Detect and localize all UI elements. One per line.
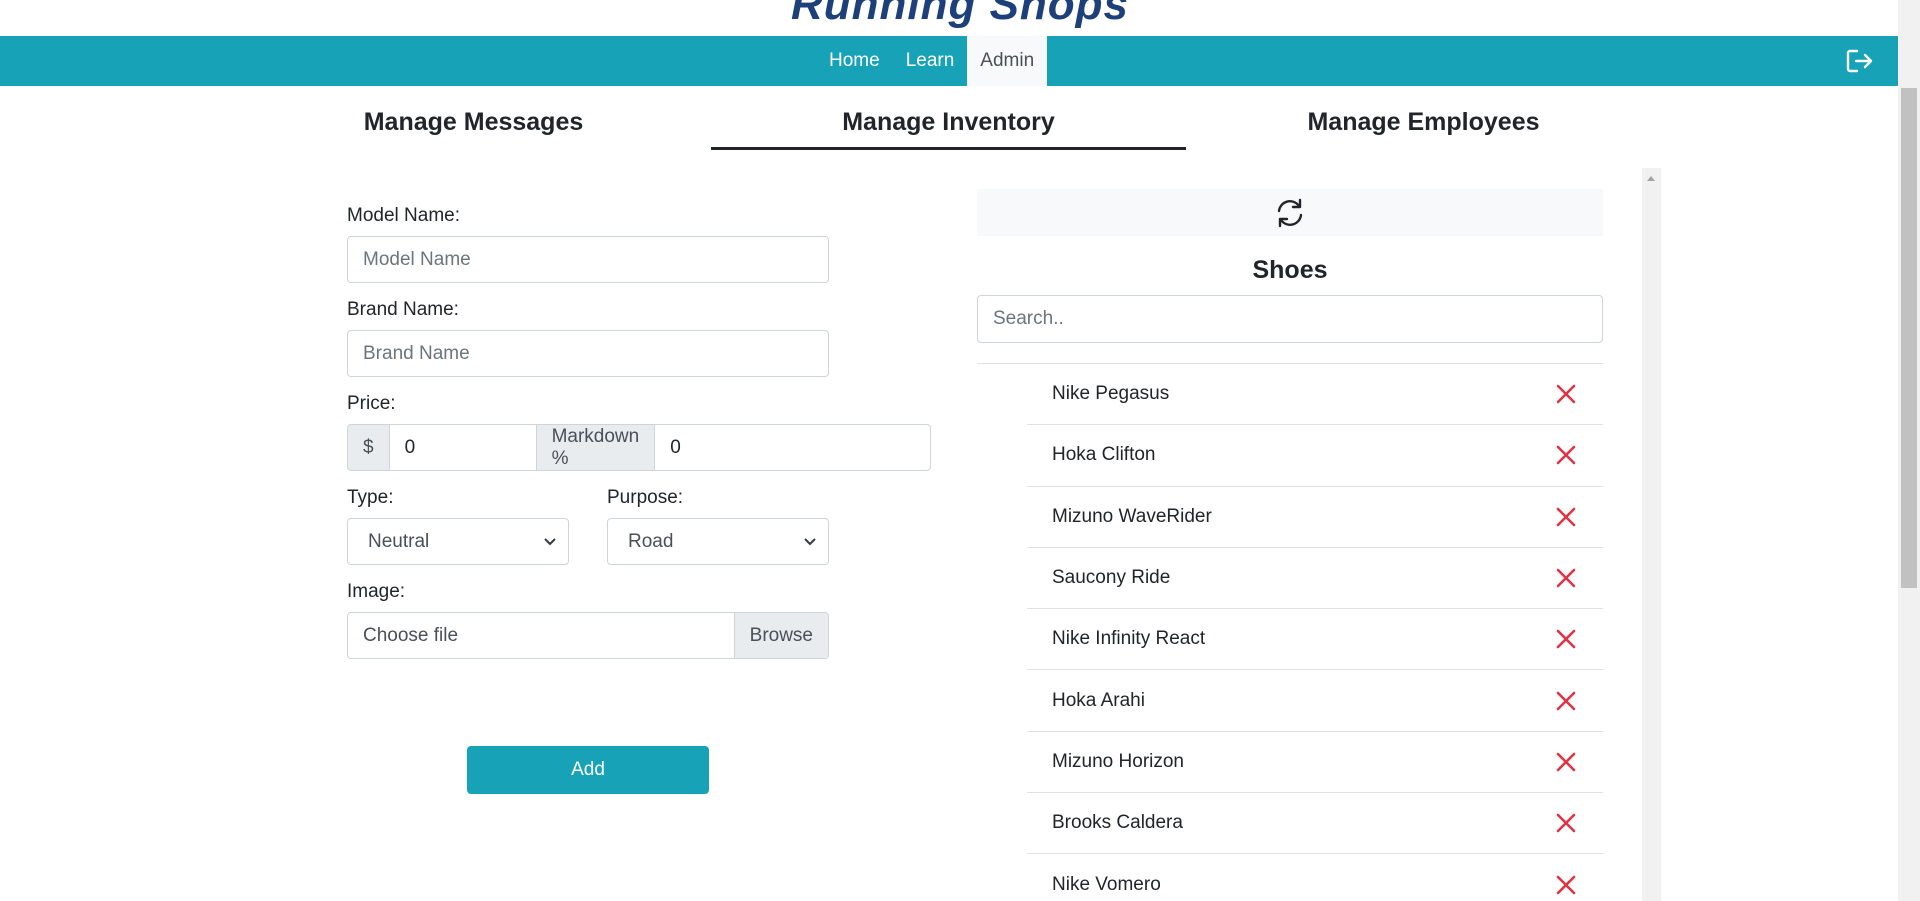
- markdown-input[interactable]: [655, 424, 932, 471]
- list-item[interactable]: Nike Pegasus: [1027, 364, 1603, 426]
- markdown-label: Markdown %: [535, 424, 656, 471]
- shoe-name: Mizuno Horizon: [1052, 750, 1184, 772]
- add-shoe-form: Model Name: Brand Name: Price: $ Markdow…: [347, 205, 932, 794]
- currency-symbol: $: [347, 424, 390, 471]
- delete-shoe-close-icon[interactable]: [1554, 811, 1578, 835]
- price-label: Price:: [347, 393, 396, 414]
- list-item[interactable]: Nike Vomero: [1027, 854, 1603, 901]
- list-item[interactable]: Mizuno Horizon: [1027, 732, 1603, 794]
- list-item[interactable]: Saucony Ride: [1027, 548, 1603, 610]
- logo: Running Shops: [790, 0, 1130, 29]
- page-scrollbar-thumb[interactable]: [1901, 88, 1917, 588]
- delete-shoe-close-icon[interactable]: [1554, 689, 1578, 713]
- chevron-down-icon: [544, 537, 556, 545]
- chevron-down-icon: [804, 537, 816, 545]
- nav-home-link[interactable]: Home: [816, 36, 893, 86]
- list-item[interactable]: Hoka Arahi: [1027, 670, 1603, 732]
- refresh-icon: [1277, 198, 1303, 227]
- model-name-input[interactable]: [347, 236, 829, 283]
- image-label: Image:: [347, 581, 406, 602]
- purpose-select[interactable]: Road: [607, 518, 829, 565]
- delete-shoe-close-icon[interactable]: [1554, 505, 1578, 529]
- shoes-panel: Shoes Nike Pegasus Hoka Clifton Mizuno Wav…: [977, 168, 1661, 901]
- shoe-name: Mizuno WaveRider: [1052, 505, 1212, 527]
- shoe-name: Hoka Clifton: [1052, 444, 1156, 466]
- list-item[interactable]: Hoka Clifton: [1027, 425, 1603, 487]
- nav-learn-link[interactable]: Learn: [893, 36, 968, 86]
- image-file-input[interactable]: Choose file Browse: [347, 612, 829, 659]
- purpose-label: Purpose:: [607, 487, 684, 508]
- nav-admin-link[interactable]: Admin: [967, 36, 1048, 86]
- add-button[interactable]: Add: [467, 746, 709, 794]
- delete-shoe-close-icon[interactable]: [1554, 750, 1578, 774]
- list-item[interactable]: Brooks Caldera: [1027, 793, 1603, 855]
- brand-name-label: Brand Name:: [347, 299, 459, 320]
- shoes-search-input[interactable]: [977, 295, 1603, 343]
- brand-name-input[interactable]: [347, 330, 829, 377]
- tab-manage-employees[interactable]: Manage Employees: [1186, 86, 1661, 148]
- browse-button[interactable]: Browse: [733, 613, 828, 658]
- shoe-name: Nike Pegasus: [1052, 383, 1170, 405]
- shoe-name: Saucony Ride: [1052, 567, 1171, 589]
- page-scrollbar[interactable]: [1898, 0, 1920, 901]
- tab-manage-messages[interactable]: Manage Messages: [236, 86, 711, 148]
- navbar: Home Learn Admin: [0, 36, 1898, 86]
- shoe-list: Nike Pegasus Hoka Clifton Mizuno WaveRider…: [1027, 364, 1603, 901]
- delete-shoe-close-icon[interactable]: [1554, 627, 1578, 651]
- admin-tabs: Manage Messages Manage Inventory Manage …: [236, 86, 1661, 150]
- price-input-group: $ Markdown %: [347, 424, 932, 471]
- shoes-title: Shoes: [1252, 256, 1328, 284]
- page-scrollbar-top: [1898, 0, 1920, 86]
- panel-scrollbar[interactable]: [1642, 168, 1661, 901]
- type-label: Type:: [347, 487, 394, 508]
- purpose-selected-value: Road: [628, 530, 674, 552]
- tab-manage-inventory[interactable]: Manage Inventory: [711, 86, 1186, 150]
- delete-shoe-close-icon[interactable]: [1554, 382, 1578, 406]
- type-select[interactable]: Neutral: [347, 518, 569, 565]
- logout-icon[interactable]: [1846, 48, 1874, 74]
- nav-links: Home Learn Admin: [816, 36, 1048, 86]
- logo-strip: Running Shops: [0, 0, 1920, 36]
- list-item[interactable]: Nike Infinity React: [1027, 609, 1603, 671]
- model-name-label: Model Name:: [347, 205, 460, 226]
- shoe-name: Nike Vomero: [1052, 873, 1161, 895]
- file-placeholder: Choose file: [363, 624, 459, 646]
- type-selected-value: Neutral: [368, 530, 430, 552]
- price-input[interactable]: [389, 424, 536, 471]
- delete-shoe-close-icon[interactable]: [1554, 873, 1578, 897]
- list-item[interactable]: Mizuno WaveRider: [1027, 487, 1603, 548]
- shoe-name: Hoka Arahi: [1052, 689, 1145, 711]
- delete-shoe-close-icon[interactable]: [1554, 443, 1578, 467]
- refresh-button[interactable]: [977, 189, 1603, 236]
- scroll-up-arrow[interactable]: [1647, 176, 1655, 181]
- shoe-name: Nike Infinity React: [1052, 628, 1206, 650]
- shoe-name: Brooks Caldera: [1052, 812, 1183, 834]
- delete-shoe-close-icon[interactable]: [1554, 566, 1578, 590]
